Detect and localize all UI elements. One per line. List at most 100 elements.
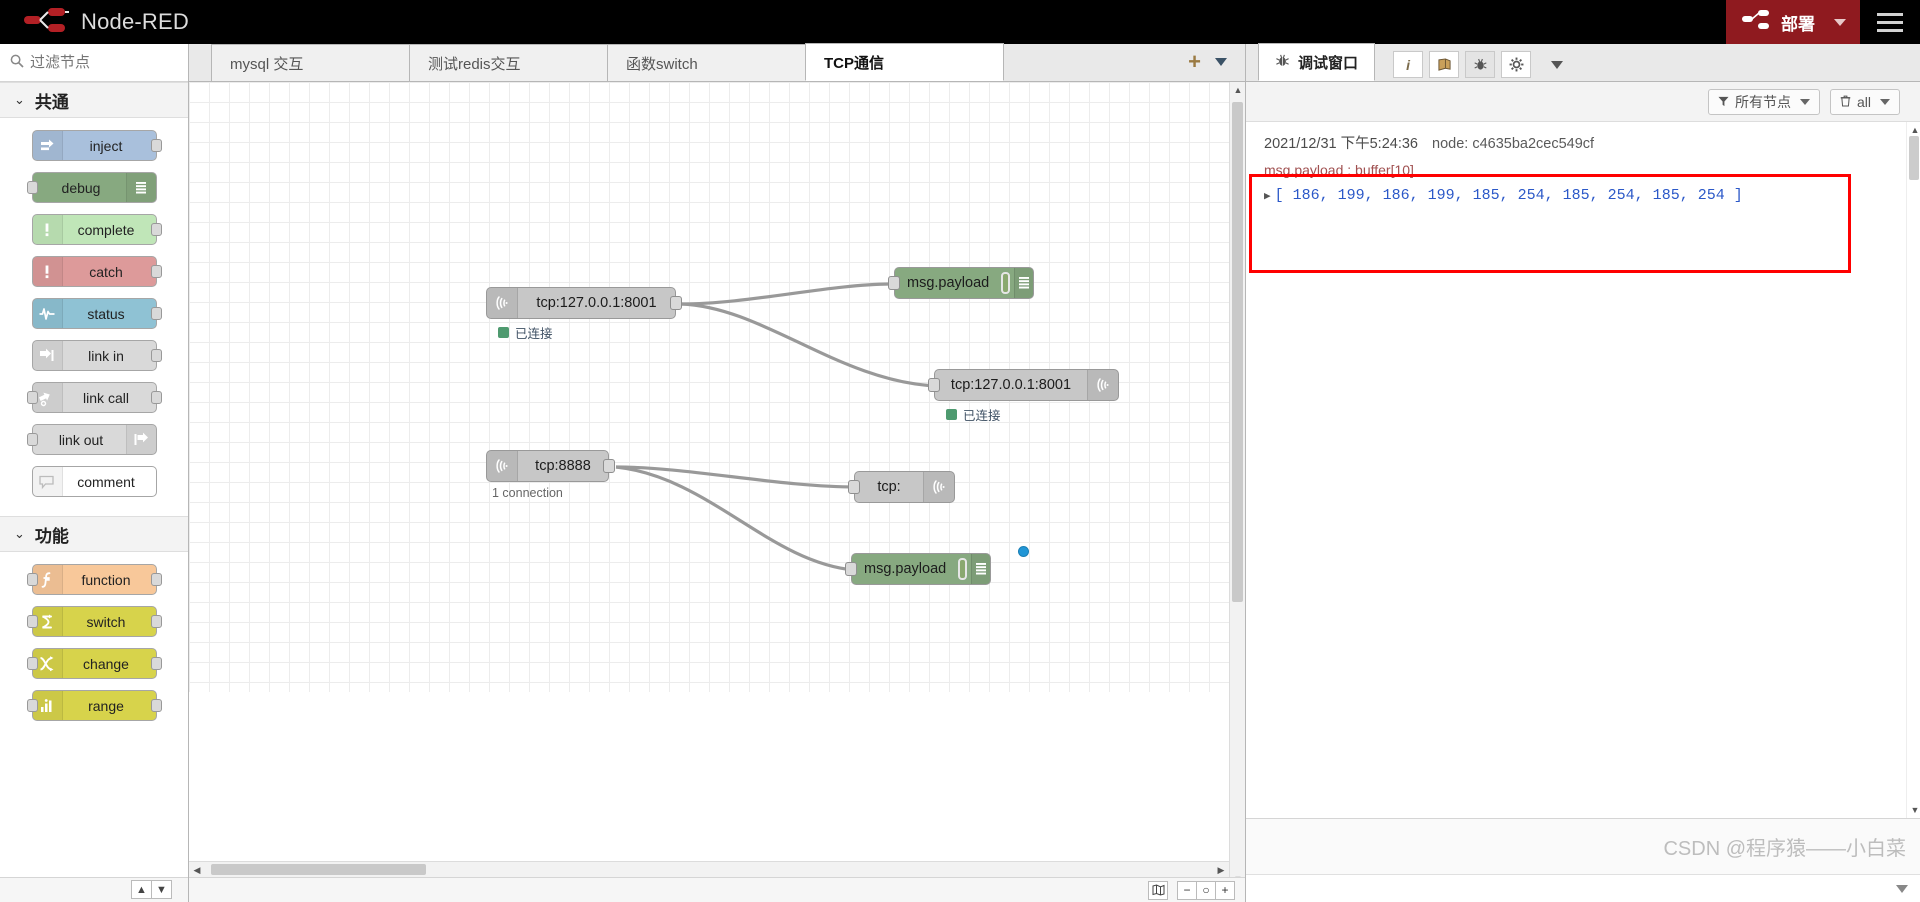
chevron-down-icon[interactable] — [1215, 58, 1227, 66]
node-output-port[interactable] — [670, 296, 682, 310]
trash-icon — [1840, 94, 1851, 110]
node-output-port[interactable] — [150, 657, 162, 670]
debug-property-label: msg.payload : buffer[10] — [1264, 161, 1414, 178]
palette-search[interactable] — [0, 44, 188, 82]
expand-all-icon[interactable]: ▼ — [151, 880, 172, 899]
node-filter-label: 所有节点 — [1734, 93, 1791, 110]
info-icon[interactable]: i — [1393, 51, 1424, 78]
debug-message-entry[interactable]: 2021/12/31 下午5:24:36 node: c4635ba2cec54… — [1246, 122, 1920, 273]
scroll-down-arrow-icon[interactable]: ▼ — [1907, 802, 1920, 818]
debug-message-list[interactable]: 2021/12/31 下午5:24:36 node: c4635ba2cec54… — [1246, 122, 1920, 818]
debug-scroll-thumb[interactable] — [1909, 136, 1919, 180]
palette-node-comment[interactable]: comment — [31, 466, 157, 497]
palette-node-switch[interactable]: switch — [26, 606, 162, 637]
circle-icon[interactable]: ○ — [1196, 880, 1216, 900]
node-output-port[interactable] — [150, 139, 162, 152]
palette-node-debug[interactable]: debug — [26, 172, 157, 203]
palette-node-status[interactable]: status — [31, 298, 162, 329]
palette-category-header[interactable]: ⌄ 共通 — [0, 82, 188, 118]
node-input-port[interactable] — [26, 181, 38, 194]
debug-scrollbar[interactable]: ▲ ▼ — [1906, 122, 1920, 818]
gear-icon[interactable] — [1501, 51, 1532, 78]
flow-node-tcp-out-plain[interactable]: tcp: — [848, 471, 955, 503]
node-output-port[interactable] — [150, 699, 162, 712]
palette-node-catch[interactable]: catch — [31, 256, 162, 287]
node-input-port[interactable] — [26, 615, 38, 628]
palette-node-link-in[interactable]: link in — [31, 340, 162, 371]
map-icon[interactable] — [1148, 880, 1168, 900]
palette-category-header[interactable]: ⌄ 功能 — [0, 516, 188, 552]
flow-node-tcp-out-8001[interactable]: tcp:127.0.0.1:8001 — [928, 369, 1119, 401]
palette-node-inject[interactable]: inject — [31, 130, 162, 161]
palette-node-function[interactable]: function — [26, 564, 162, 595]
node-output-port[interactable] — [150, 391, 162, 404]
search-icon — [10, 54, 24, 71]
node-output-port[interactable] — [150, 307, 162, 320]
flow-node-debug-2[interactable]: msg.payload — [845, 553, 991, 585]
node-output-port[interactable] — [150, 223, 162, 236]
palette-node-change[interactable]: change — [26, 648, 162, 679]
minus-icon[interactable]: − — [1177, 880, 1197, 900]
palette-node-range[interactable]: range — [26, 690, 162, 721]
node-input-port[interactable] — [845, 562, 857, 576]
node-filter-button[interactable]: 所有节点 — [1707, 88, 1820, 115]
node-input-port[interactable] — [26, 657, 38, 670]
debug-toggle-button[interactable] — [1001, 272, 1010, 294]
plus-icon[interactable]: + — [1215, 880, 1235, 900]
canvas-vscrollbar[interactable]: ▲ ▼ — [1229, 82, 1245, 887]
scroll-left-arrow-icon[interactable]: ◀ — [189, 862, 205, 878]
bug-icon[interactable] — [1465, 51, 1496, 78]
node-input-port[interactable] — [26, 699, 38, 712]
node-changed-indicator — [1018, 546, 1029, 557]
scroll-right-arrow-icon[interactable]: ▶ — [1213, 862, 1229, 878]
flow-tab-1[interactable]: mysql 交互 — [211, 44, 410, 81]
node-output-port[interactable] — [150, 615, 162, 628]
node-input-port[interactable] — [888, 276, 900, 290]
node-input-port[interactable] — [848, 480, 860, 494]
chevron-down-icon[interactable] — [1834, 18, 1846, 26]
clear-debug-button[interactable]: all — [1829, 88, 1900, 115]
node-output-port[interactable] — [150, 265, 162, 278]
vscroll-thumb[interactable] — [1232, 102, 1243, 602]
flow-node-status: 已连接 — [498, 323, 553, 342]
hamburger-menu-icon[interactable] — [1860, 0, 1920, 44]
debug-message-value[interactable]: ▶[ 186, 199, 186, 199, 185, 254, 185, 25… — [1264, 184, 1902, 207]
palette-node-link-out[interactable]: link out — [26, 424, 157, 455]
tab-debug-window[interactable]: 调试窗口 — [1258, 43, 1376, 81]
canvas-hscrollbar[interactable]: ◀ ▶ — [189, 861, 1229, 877]
node-output-port[interactable] — [603, 459, 615, 473]
search-input[interactable] — [30, 54, 178, 71]
node-input-port[interactable] — [928, 378, 940, 392]
palette-node-link-call[interactable]: link call — [26, 382, 162, 413]
chevron-down-icon[interactable] — [1896, 884, 1908, 893]
chevron-down-icon[interactable] — [1551, 61, 1564, 78]
scroll-up-arrow-icon[interactable]: ▲ — [1230, 82, 1245, 98]
flow-node-debug-1[interactable]: msg.payload — [888, 267, 1034, 299]
flow-node-tcp-in-8888[interactable]: tcp:8888 — [486, 450, 615, 482]
node-input-port[interactable] — [26, 573, 38, 586]
brand: Node-RED — [0, 7, 189, 38]
node-output-port[interactable] — [150, 349, 162, 362]
palette-node-complete[interactable]: complete — [31, 214, 162, 245]
flow-node-tcp-in-8001[interactable]: tcp:127.0.0.1:8001 — [486, 287, 682, 319]
sidebar-tab-label: 调试窗口 — [1298, 54, 1359, 72]
deploy-button[interactable]: 部署 — [1726, 0, 1860, 44]
node-input-port[interactable] — [26, 391, 38, 404]
flow-tab-4[interactable]: TCP通信 — [805, 43, 1004, 81]
flow-canvas[interactable]: tcp:127.0.0.1:8001 已连接 msg.payload tcp:127.… — [189, 82, 1229, 692]
node-input-port[interactable] — [26, 433, 38, 446]
clear-debug-label: all — [1856, 93, 1871, 110]
debug-timestamp: 2021/12/31 下午5:24:36 — [1264, 136, 1418, 152]
book-icon[interactable] — [1429, 51, 1460, 78]
triangle-right-icon[interactable]: ▶ — [1264, 191, 1271, 203]
debug-toggle-button[interactable] — [958, 558, 967, 580]
node-output-port[interactable] — [150, 573, 162, 586]
flow-tab-2[interactable]: 测试redis交互 — [409, 44, 608, 81]
chevron-down-icon — [1799, 98, 1810, 105]
collapse-all-icon[interactable]: ▲ — [131, 880, 152, 899]
flow-canvas-area[interactable]: tcp:127.0.0.1:8001 已连接 msg.payload tcp:127.… — [189, 82, 1245, 902]
hscroll-thumb[interactable] — [211, 864, 426, 875]
plus-icon[interactable]: + — [1188, 51, 1201, 73]
palette-node-list[interactable]: ⌄ 共通 inject debug complete catch status link i… — [0, 82, 188, 877]
flow-tab-3[interactable]: 函数switch — [607, 44, 806, 81]
